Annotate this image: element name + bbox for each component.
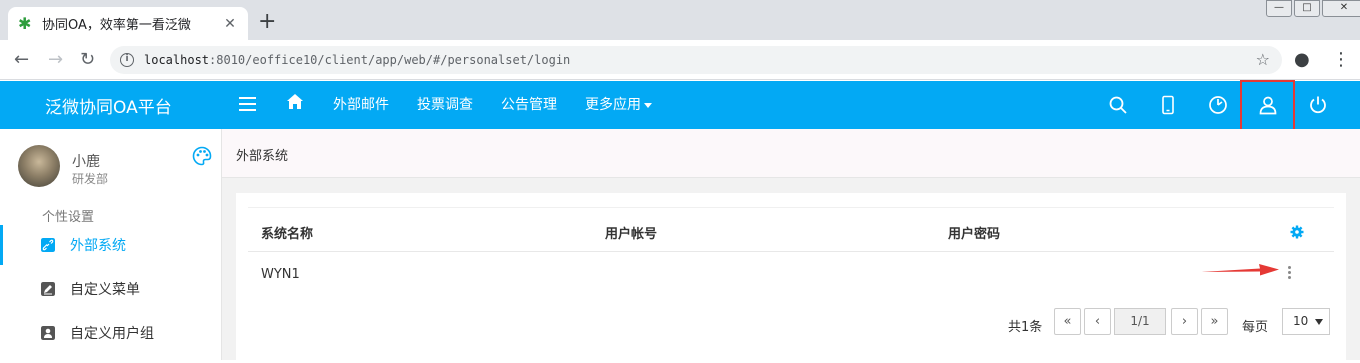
per-page-label: 每页 [1242, 320, 1269, 335]
cell-system-name: WYN1 [261, 267, 300, 282]
section-label-personal-settings: 个性设置 [42, 210, 95, 225]
nav-vote-survey[interactable]: 投票调查 [417, 81, 473, 129]
app-header: 泛微协同OA平台 外部邮件 投票调查 公告管理 更多应用 [0, 81, 1360, 129]
account-icon[interactable]: ● [1294, 49, 1310, 70]
per-page-value: 10 [1293, 314, 1309, 328]
hamburger-menu-icon[interactable] [239, 97, 256, 111]
sidebar: 小鹿 研发部 个性设置 外部系统 自定义菜单 自定义用户组 [0, 129, 222, 360]
browser-menu-icon[interactable]: ⋮ [1332, 49, 1350, 70]
next-page-button[interactable]: › [1171, 308, 1198, 335]
power-icon[interactable] [1308, 95, 1328, 115]
nav-external-mail[interactable]: 外部邮件 [333, 81, 389, 129]
reload-icon[interactable]: ↻ [80, 49, 95, 71]
mobile-icon[interactable] [1158, 95, 1178, 115]
search-icon[interactable] [1108, 95, 1128, 115]
window-close-button[interactable]: ✕ [1322, 0, 1360, 17]
column-header-system-name[interactable]: 系统名称 [261, 223, 313, 242]
user-name: 小鹿 [72, 154, 100, 170]
home-icon[interactable] [286, 93, 304, 111]
breadcrumb-bar: 外部系统 [222, 129, 1360, 178]
table-header: 系统名称 用户帐号 用户密码 [248, 207, 1334, 252]
window-controls: — □ ✕ [1264, 0, 1360, 18]
nav-more-apps[interactable]: 更多应用 [585, 81, 652, 129]
back-icon[interactable]: ← [14, 49, 29, 71]
sidebar-item-custom-menu[interactable]: 自定义菜单 [0, 269, 221, 309]
new-tab-button[interactable]: + [258, 11, 276, 33]
annotation-arrow-icon [1201, 264, 1279, 276]
user-group-icon [41, 326, 55, 340]
breadcrumb: 外部系统 [236, 149, 289, 164]
browser-tabstrip: ✱ 协同OA，效率第一看泛微 ✕ + — □ ✕ [0, 0, 1360, 40]
app-title: 泛微协同OA平台 [45, 98, 172, 118]
column-header-user-account[interactable]: 用户帐号 [605, 223, 657, 242]
address-bar[interactable]: i localhost:8010/eoffice10/client/app/we… [110, 46, 1282, 74]
palette-icon[interactable] [192, 146, 212, 166]
dropdown-caret-icon [1315, 319, 1323, 325]
prev-page-button[interactable]: ‹ [1084, 308, 1111, 335]
per-page-select[interactable]: 10 [1282, 308, 1330, 335]
nav-announcements[interactable]: 公告管理 [501, 81, 557, 129]
external-system-card: 系统名称 用户帐号 用户密码 WYN1 共1条 « ‹ 1/1 › » 每页 1… [236, 193, 1346, 363]
browser-tab[interactable]: ✱ 协同OA，效率第一看泛微 ✕ [8, 7, 248, 40]
top-nav: 外部邮件 投票调查 公告管理 更多应用 [333, 81, 680, 129]
site-info-icon[interactable]: i [120, 53, 134, 67]
dashboard-icon[interactable] [1208, 95, 1228, 115]
caret-down-icon [644, 102, 652, 108]
edit-menu-icon [41, 282, 55, 296]
link-icon [41, 238, 55, 252]
minimize-button[interactable]: — [1266, 0, 1292, 17]
sidebar-item-label: 外部系统 [70, 238, 126, 254]
avatar[interactable] [18, 145, 60, 187]
more-vertical-icon[interactable] [1288, 266, 1292, 280]
sidebar-item-label: 自定义用户组 [70, 326, 154, 342]
last-page-button[interactable]: » [1201, 308, 1228, 335]
sidebar-item-custom-user-group[interactable]: 自定义用户组 [0, 313, 221, 353]
gear-icon[interactable] [1290, 225, 1304, 239]
current-page-input[interactable]: 1/1 [1114, 308, 1166, 335]
favicon-icon: ✱ [18, 13, 32, 33]
column-header-user-password[interactable]: 用户密码 [948, 223, 1000, 242]
pagination: 共1条 « ‹ 1/1 › » 每页 10 [236, 308, 1346, 338]
url-text: localhost:8010/eoffice10/client/app/web/… [144, 53, 571, 67]
tab-title: 协同OA，效率第一看泛微 [42, 18, 191, 33]
user-department: 研发部 [72, 172, 109, 186]
main-content: 外部系统 系统名称 用户帐号 用户密码 WYN1 共1条 « ‹ 1/1 › »… [222, 129, 1360, 363]
bookmark-star-icon[interactable]: ☆ [1256, 50, 1270, 69]
pagination-total: 共1条 [1008, 320, 1043, 335]
maximize-button[interactable]: □ [1294, 0, 1320, 17]
forward-icon[interactable]: → [48, 49, 63, 71]
first-page-button[interactable]: « [1054, 308, 1081, 335]
table-row[interactable]: WYN1 [248, 252, 1334, 296]
tab-close-button[interactable]: ✕ [222, 16, 238, 32]
sidebar-item-external-system[interactable]: 外部系统 [0, 225, 221, 265]
sidebar-item-label: 自定义菜单 [70, 282, 140, 298]
